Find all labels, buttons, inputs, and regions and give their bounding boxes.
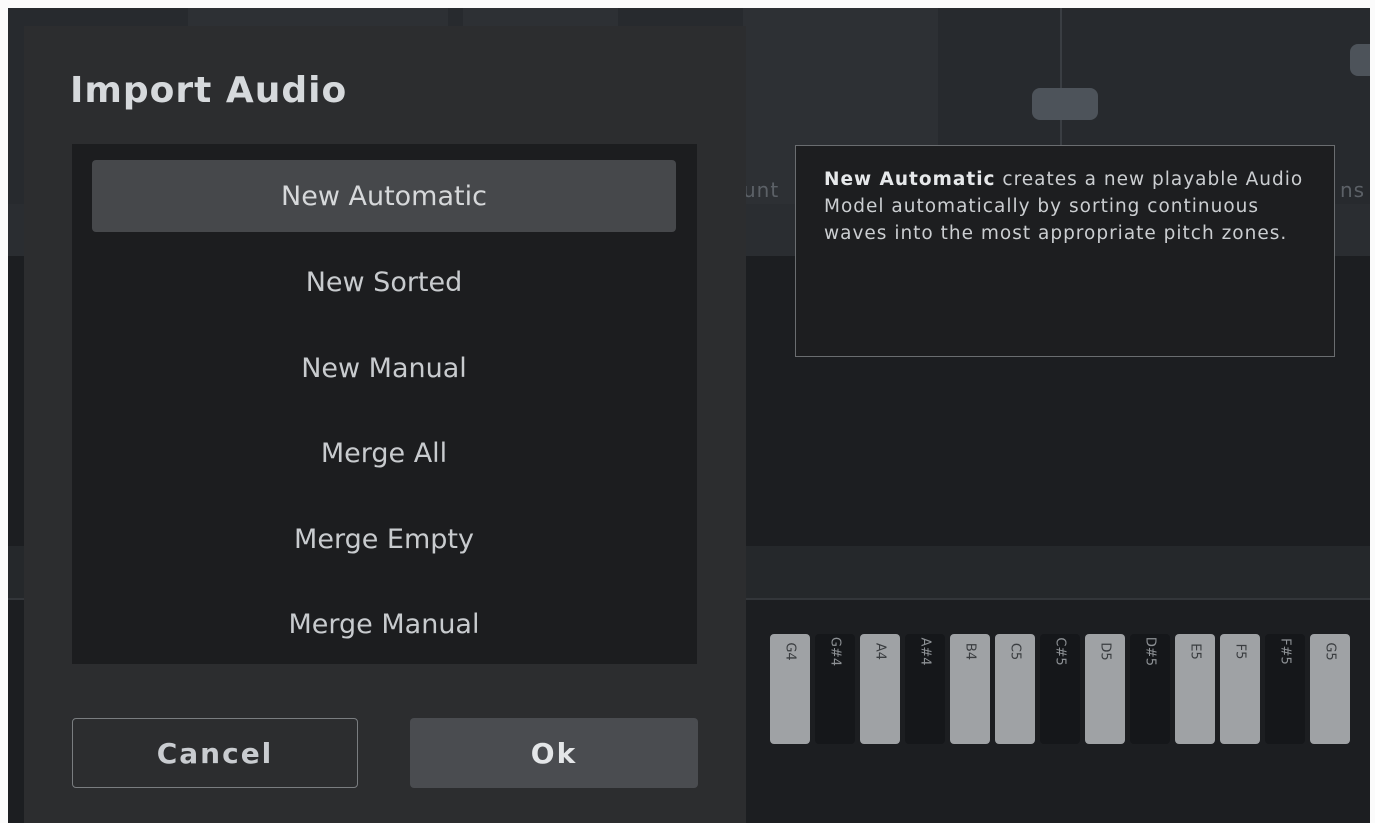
piano-key-label: G4 (782, 642, 798, 661)
piano-key-label: D5 (1097, 642, 1113, 661)
ok-button[interactable]: Ok (410, 718, 698, 788)
background-label: unt (743, 178, 780, 202)
piano-key[interactable]: E5 (1175, 634, 1215, 744)
slider-handle[interactable] (1032, 88, 1098, 120)
piano-key[interactable]: D#5 (1130, 634, 1170, 744)
piano-key[interactable]: A4 (860, 634, 900, 744)
app-window: unt ns G4 G#4 A4 A#4 B4 C5 C#5 D5 D#5 E5 F5 F#5 G5 N… (8, 8, 1370, 823)
option-new-sorted[interactable]: New Sorted (92, 246, 676, 318)
piano-key-label: C5 (1007, 642, 1023, 661)
background-label: ns (1340, 178, 1366, 202)
piano-key-label: G5 (1322, 642, 1338, 661)
piano-key[interactable]: G5 (1310, 634, 1350, 744)
piano-key[interactable]: G#4 (815, 634, 855, 744)
piano-key[interactable]: F5 (1220, 634, 1260, 744)
dialog-title: Import Audio (70, 70, 348, 111)
piano-key-label: B4 (962, 642, 978, 661)
option-merge-manual[interactable]: Merge Manual (92, 588, 676, 660)
piano-key[interactable]: B4 (950, 634, 990, 744)
piano-key-label: E5 (1187, 643, 1203, 660)
piano-key-label: F#5 (1277, 638, 1293, 665)
piano-key[interactable]: D5 (1085, 634, 1125, 744)
import-audio-dialog: Import Audio New Automatic New Sorted Ne… (24, 26, 746, 823)
option-merge-empty[interactable]: Merge Empty (92, 503, 676, 575)
cancel-button[interactable]: Cancel (72, 718, 358, 788)
piano-key-label: G#4 (827, 636, 843, 667)
piano-key[interactable]: C5 (995, 634, 1035, 744)
piano-key[interactable]: C#5 (1040, 634, 1080, 744)
piano-key-label: D#5 (1142, 636, 1158, 667)
piano-key[interactable]: A#4 (905, 634, 945, 744)
option-new-automatic[interactable]: New Automatic (92, 160, 676, 232)
option-new-manual[interactable]: New Manual (92, 332, 676, 404)
piano-key-label: F5 (1232, 643, 1248, 660)
piano-key[interactable]: F#5 (1265, 634, 1305, 744)
import-options-list: New Automatic New Sorted New Manual Merg… (72, 144, 697, 664)
tooltip-title: New Automatic (824, 169, 996, 190)
piano-key-label: A#4 (917, 637, 933, 666)
piano-key-label: A4 (872, 642, 888, 661)
piano-key[interactable]: G4 (770, 634, 810, 744)
slider-handle[interactable] (1350, 44, 1370, 76)
option-merge-all[interactable]: Merge All (92, 417, 676, 489)
piano-key-label: C#5 (1052, 637, 1068, 666)
tooltip: New Automatic creates a new playable Aud… (795, 145, 1335, 357)
